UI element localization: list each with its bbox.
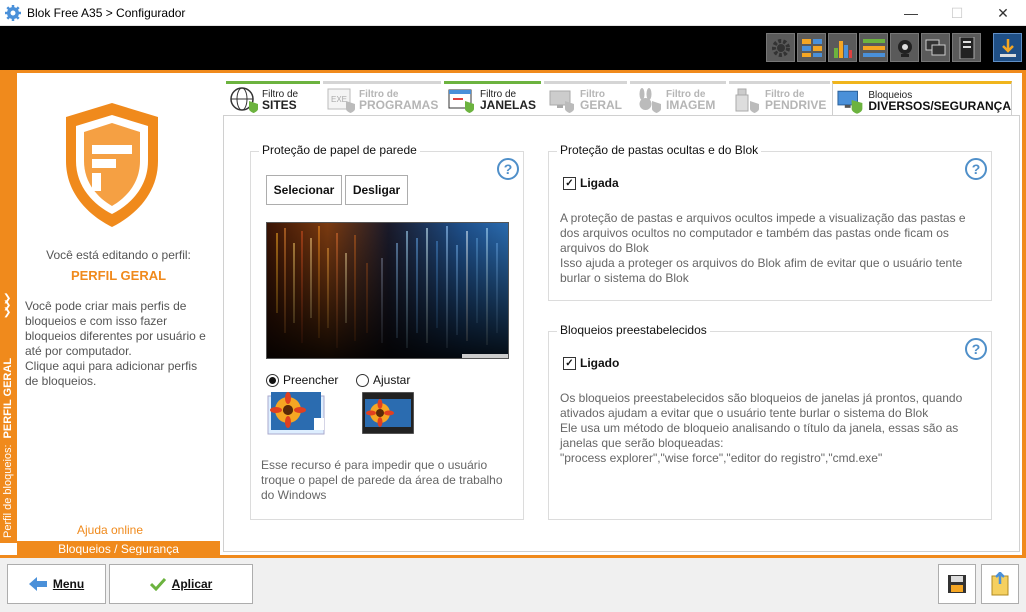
hidden-folders-help-icon[interactable]: ? [965, 158, 987, 180]
list-icon[interactable] [859, 33, 888, 62]
check-icon [149, 577, 166, 591]
usb-icon [735, 88, 759, 113]
settings-gear-icon[interactable] [766, 33, 795, 62]
wallpaper-group-title: Proteção de papel de parede [259, 143, 420, 157]
download-icon[interactable] [993, 33, 1022, 62]
import-profile-icon[interactable] [981, 564, 1019, 604]
vertical-profile-label: Perfil de bloqueios:PERFIL GERAL [2, 357, 14, 538]
wallpaper-preview-image [266, 222, 509, 359]
fit-radio[interactable]: Ajustar [356, 373, 410, 387]
wallpaper-help-icon[interactable]: ? [497, 158, 519, 180]
preset-blocks-group: Bloqueios preestabelecidos ? ✓ Ligado Os … [548, 323, 992, 520]
sidebar: ❯ ❯ ❯ Perfil de bloqueios:PERFIL GERAL Voc… [0, 73, 220, 558]
hidden-folders-description: A proteção de pastas e arquivos ocultos … [560, 211, 966, 285]
preset-blocks-description: Os bloqueios preestabelecidos são bloque… [560, 391, 963, 465]
fit-preview-icon[interactable] [362, 392, 414, 434]
hidden-folders-group: Proteção de pastas ocultas e do Blok ? ✓… [548, 143, 992, 301]
apply-button[interactable]: Aplicar [109, 564, 253, 604]
tab-windows[interactable]: Filtro de JANELAS [444, 81, 541, 115]
tab-general[interactable]: Filtro GERAL [544, 81, 627, 115]
shield-logo-icon [66, 103, 158, 227]
preset-blocks-title: Bloqueios preestabelecidos [557, 323, 710, 337]
add-profiles-link[interactable]: Você pode criar mais perfis de bloqueios… [25, 299, 220, 389]
help-online-link[interactable]: Ajuda online [17, 523, 203, 537]
select-wallpaper-button[interactable]: Selecionar [266, 175, 342, 205]
preset-blocks-checkbox[interactable]: ✓ Ligado [563, 356, 619, 370]
disable-wallpaper-button[interactable]: Desligar [345, 175, 408, 205]
wallpaper-protection-group: Proteção de papel de parede ? Selecionar… [250, 143, 524, 520]
exe-icon: EXE [327, 88, 355, 113]
grid-icon[interactable] [797, 33, 826, 62]
editing-profile-label: Você está editando o perfil: [46, 248, 191, 262]
monitor-shield-icon [837, 90, 863, 114]
app-gear-icon [5, 4, 21, 21]
hidden-folders-checkbox[interactable]: ✓ Ligada [563, 176, 619, 190]
tab-pendrive[interactable]: Filtro de PENDRIVE [729, 81, 830, 115]
globe-icon [230, 86, 258, 113]
window-icon [448, 89, 474, 113]
fill-preview-icon[interactable] [266, 392, 328, 436]
expand-chevron-icon[interactable]: ❯ ❯ ❯ [3, 294, 11, 318]
tab-image[interactable]: Filtro de IMAGEM [630, 81, 726, 115]
preset-blocks-help-icon[interactable]: ? [965, 338, 987, 360]
title-bar: Blok Free A35 > Configurador — ☐ ✕ [0, 0, 1026, 26]
computer-icon [549, 90, 574, 113]
window-title: Blok Free A35 > Configurador [27, 5, 186, 20]
profile-strip[interactable]: ❯ ❯ ❯ Perfil de bloqueios:PERFIL GERAL [0, 73, 17, 543]
fill-radio[interactable]: Preencher [266, 373, 338, 387]
main-panel: Proteção de papel de parede ? Selecionar… [223, 115, 1020, 552]
bunny-icon [639, 87, 661, 113]
back-arrow-icon [28, 577, 47, 591]
top-toolbar [0, 26, 1026, 70]
svg-text:EXE: EXE [331, 95, 347, 104]
maximize-button[interactable]: ☐ [934, 0, 980, 26]
save-icon[interactable] [938, 564, 976, 604]
device-icon[interactable] [952, 33, 981, 62]
tab-misc-security[interactable]: Bloqueios DIVERSOS/SEGURANÇA [832, 81, 1012, 117]
chat-icon[interactable] [921, 33, 950, 62]
bar-chart-icon[interactable] [828, 33, 857, 62]
close-button[interactable]: ✕ [980, 0, 1026, 26]
hidden-folders-title: Proteção de pastas ocultas e do Blok [557, 143, 762, 157]
bottom-bar: Menu Aplicar [0, 558, 1026, 612]
filter-tabs: Filtro de SITES EXE Filtro de PROGRAMAS Fi… [226, 81, 1016, 117]
minimize-button[interactable]: — [888, 0, 934, 26]
tab-sites[interactable]: Filtro de SITES [226, 81, 320, 115]
webcam-icon[interactable] [890, 33, 919, 62]
right-border [1022, 73, 1026, 558]
menu-button[interactable]: Menu [7, 564, 106, 604]
profile-name: PERFIL GERAL [70, 268, 167, 283]
tab-programs[interactable]: EXE Filtro de PROGRAMAS [323, 81, 441, 115]
wallpaper-note: Esse recurso é para impedir que o usuári… [261, 458, 503, 502]
